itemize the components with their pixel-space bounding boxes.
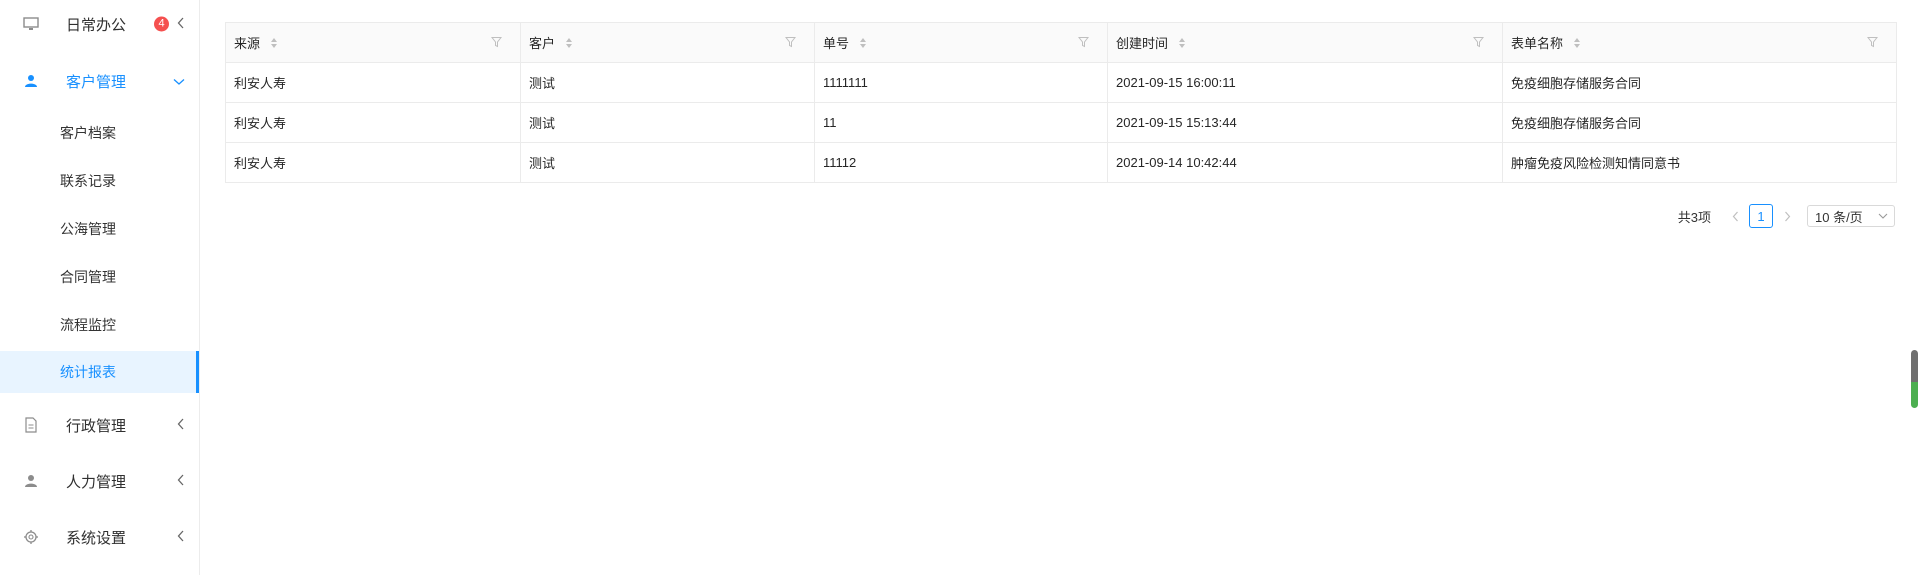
table-cell: 免疫细胞存储服务合同 [1511, 116, 1642, 131]
prev-page-button[interactable] [1725, 204, 1745, 228]
column-header-form-name[interactable]: 表单名称 [1503, 23, 1896, 62]
sub-label: 统计报表 [60, 364, 116, 380]
column-header-label: 单号 [823, 36, 850, 51]
monitor-icon [22, 15, 40, 33]
filter-icon[interactable] [1866, 35, 1879, 50]
chevron-right-icon [1784, 211, 1790, 221]
menu-item-customer-management[interactable]: 客户管理 [0, 57, 199, 105]
sort-icon[interactable] [859, 37, 867, 49]
menu-label-hr-management: 人力管理 [66, 473, 127, 491]
chevron-left-icon [177, 473, 185, 489]
filter-icon[interactable] [490, 35, 503, 50]
sub-label: 流程监控 [60, 317, 116, 333]
sidebar-item-public-pool[interactable]: 公海管理 [0, 206, 199, 252]
total-count: 共3项 [1677, 209, 1711, 225]
table-cell: 利安人寿 [226, 63, 521, 102]
column-header-order-number[interactable]: 单号 [815, 23, 1108, 62]
document-icon [22, 416, 40, 434]
page-size-select[interactable]: 10 条/页 [1807, 205, 1895, 227]
table-cell: 11 [815, 103, 1108, 142]
table-cell: 2021-09-15 15:13:44 [1108, 103, 1503, 142]
sort-icon[interactable] [1178, 37, 1186, 49]
column-header-customer[interactable]: 客户 [521, 23, 815, 62]
table-cell: 利安人寿 [226, 103, 521, 142]
person-icon [22, 472, 40, 490]
table-row[interactable]: 利安人寿 测试 1111111 2021-09-15 16:00:11 免疫细胞… [226, 63, 1896, 103]
page-size-value: 10 条/页 [1815, 209, 1863, 225]
chevron-down-icon [173, 73, 185, 89]
page-number-button[interactable]: 1 [1749, 204, 1773, 228]
sidebar-item-statistics-report[interactable]: 统计报表 [0, 351, 199, 393]
table-cell: 测试 [521, 143, 815, 182]
pagination: 共3项 1 10 条/页 [1678, 204, 1895, 228]
sidebar-item-contact-records[interactable]: 联系记录 [0, 158, 199, 204]
user-icon [22, 72, 40, 90]
table-cell: 免疫细胞存储服务合同 [1511, 76, 1642, 91]
column-header-label: 表单名称 [1511, 36, 1564, 51]
chevron-down-icon [1878, 213, 1888, 219]
sub-label: 合同管理 [60, 269, 116, 285]
filter-icon[interactable] [1472, 35, 1485, 50]
notification-badge: 4 [154, 16, 169, 32]
column-header-created-time[interactable]: 创建时间 [1108, 23, 1503, 62]
menu-item-system-settings[interactable]: 系统设置 [0, 513, 199, 561]
table-cell: 测试 [521, 63, 815, 102]
column-header-label: 创建时间 [1116, 36, 1169, 51]
menu-label-customer-management: 客户管理 [66, 73, 127, 91]
table-cell: 肿瘤免疫风险检测知情同意书 [1511, 156, 1681, 171]
table-cell: 1111111 [815, 63, 1108, 102]
chevron-left-icon [177, 529, 185, 545]
column-header-label: 客户 [529, 36, 556, 51]
menu-item-hr-management[interactable]: 人力管理 [0, 457, 199, 505]
sort-icon[interactable] [270, 37, 278, 49]
filter-icon[interactable] [784, 35, 797, 50]
sub-label: 公海管理 [60, 221, 116, 237]
next-page-button[interactable] [1777, 204, 1797, 228]
gear-icon [22, 528, 40, 546]
column-header-label: 来源 [234, 36, 261, 51]
sub-label: 客户档案 [60, 125, 116, 141]
sidebar: 日常办公 4 客户管理 客户档案 联系记录 公海管理 合同管理 流程监控 统计报… [0, 0, 200, 575]
menu-label-daily-office: 日常办公 [66, 16, 127, 34]
scrollbar-thumb[interactable] [1911, 350, 1918, 408]
table-row[interactable]: 利安人寿 测试 11 2021-09-15 15:13:44 免疫细胞存储服务合… [226, 103, 1896, 143]
sidebar-item-process-monitor[interactable]: 流程监控 [0, 302, 199, 348]
filter-icon[interactable] [1077, 35, 1090, 50]
data-table: 来源 客户 单号 创建时间 表单名称 利安人寿 测试 1111111 2021-… [225, 22, 1897, 183]
chevron-left-icon [177, 16, 185, 32]
chevron-left-icon [177, 417, 185, 433]
table-cell: 测试 [521, 103, 815, 142]
sidebar-item-customer-files[interactable]: 客户档案 [0, 110, 199, 156]
sort-icon[interactable] [1573, 37, 1581, 49]
sort-icon[interactable] [565, 37, 573, 49]
chevron-left-icon [1732, 211, 1738, 221]
menu-label-system-settings: 系统设置 [66, 529, 127, 547]
sub-label: 联系记录 [60, 173, 116, 189]
table-cell: 利安人寿 [226, 143, 521, 182]
column-header-source[interactable]: 来源 [226, 23, 521, 62]
table-row[interactable]: 利安人寿 测试 11112 2021-09-14 10:42:44 肿瘤免疫风险… [226, 143, 1896, 183]
table-header-row: 来源 客户 单号 创建时间 表单名称 [226, 23, 1896, 63]
table-cell: 2021-09-14 10:42:44 [1108, 143, 1503, 182]
menu-item-daily-office[interactable]: 日常办公 4 [0, 0, 199, 48]
sidebar-item-contract-management[interactable]: 合同管理 [0, 254, 199, 300]
menu-item-admin-management[interactable]: 行政管理 [0, 401, 199, 449]
menu-label-admin-management: 行政管理 [66, 417, 127, 435]
table-cell: 11112 [815, 143, 1108, 182]
table-cell: 2021-09-15 16:00:11 [1108, 63, 1503, 102]
